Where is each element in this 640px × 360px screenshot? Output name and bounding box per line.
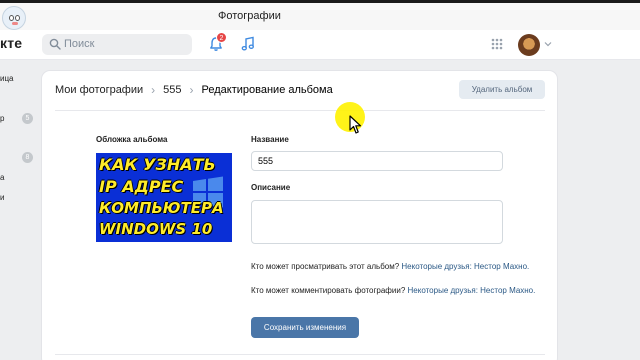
sidebar-item[interactable]: а	[0, 173, 4, 182]
page-title: Редактирование альбома	[201, 84, 333, 96]
description-field[interactable]	[251, 200, 503, 244]
cover-text-line: WINDOWS 10	[99, 220, 213, 238]
app-logo-icon	[2, 6, 26, 30]
sidebar-item-count: 5	[22, 113, 33, 124]
sidebar-item-count: 8	[22, 152, 33, 163]
comment-privacy-setting: Кто может комментировать фотографии? Нек…	[251, 285, 541, 296]
name-label: Название	[251, 135, 289, 144]
album-cover-image[interactable]: КАК УЗНАТЬ IP АДРЕС КОМПЬЮТЕРА WINDOWS 1…	[96, 153, 232, 242]
comment-privacy-question: Кто может комментировать фотографии?	[251, 286, 406, 295]
window-title: Фотографии	[218, 10, 281, 22]
breadcrumb-album[interactable]: 555	[163, 84, 181, 96]
chevron-down-icon[interactable]	[544, 41, 552, 47]
sidebar-item[interactable]: р	[0, 114, 4, 123]
brand-logo[interactable]: кте	[0, 35, 22, 51]
breadcrumb-my-photos[interactable]: Мои фотографии	[55, 84, 143, 96]
delete-album-button[interactable]: Удалить альбом	[459, 80, 545, 99]
search-input[interactable]: Поиск	[42, 34, 192, 55]
breadcrumb: Мои фотографии › 555 › Редактирование ал…	[55, 83, 333, 97]
site-header: кте Поиск 2	[0, 30, 640, 60]
divider	[55, 354, 545, 355]
album-edit-card: Мои фотографии › 555 › Редактирование ал…	[42, 71, 557, 360]
view-privacy-setting: Кто может просматривать этот альбом? Нек…	[251, 261, 541, 272]
sidebar-item[interactable]: и	[0, 193, 4, 202]
description-label: Описание	[251, 183, 291, 192]
left-sidebar: ица р 5 8 а и	[0, 62, 40, 360]
save-changes-button[interactable]: Сохранить изменения	[251, 317, 359, 338]
cover-text-line: КОМПЬЮТЕРА	[99, 199, 224, 217]
divider	[55, 110, 545, 111]
name-field[interactable]: 555	[251, 151, 503, 171]
search-icon	[49, 38, 61, 50]
breadcrumb-separator-icon: ›	[189, 83, 194, 97]
apps-grid-icon[interactable]	[491, 38, 503, 50]
cover-text-line: IP АДРЕС	[99, 177, 184, 196]
music-icon[interactable]	[240, 36, 256, 52]
search-placeholder: Поиск	[64, 38, 95, 50]
view-privacy-question: Кто может просматривать этот альбом?	[251, 262, 400, 271]
comment-privacy-link[interactable]: Некоторые друзья: Нестор Махно.	[408, 286, 536, 295]
window-titlebar: Фотографии	[0, 3, 640, 30]
avatar[interactable]	[518, 34, 540, 56]
notifications-badge: 2	[216, 32, 227, 43]
mouse-cursor-icon	[349, 115, 362, 134]
sidebar-item[interactable]: ица	[0, 74, 14, 83]
breadcrumb-separator-icon: ›	[151, 83, 156, 97]
view-privacy-link[interactable]: Некоторые друзья: Нестор Махно.	[401, 262, 529, 271]
cover-label: Обложка альбома	[96, 135, 168, 144]
cover-text-line: КАК УЗНАТЬ	[99, 155, 216, 174]
